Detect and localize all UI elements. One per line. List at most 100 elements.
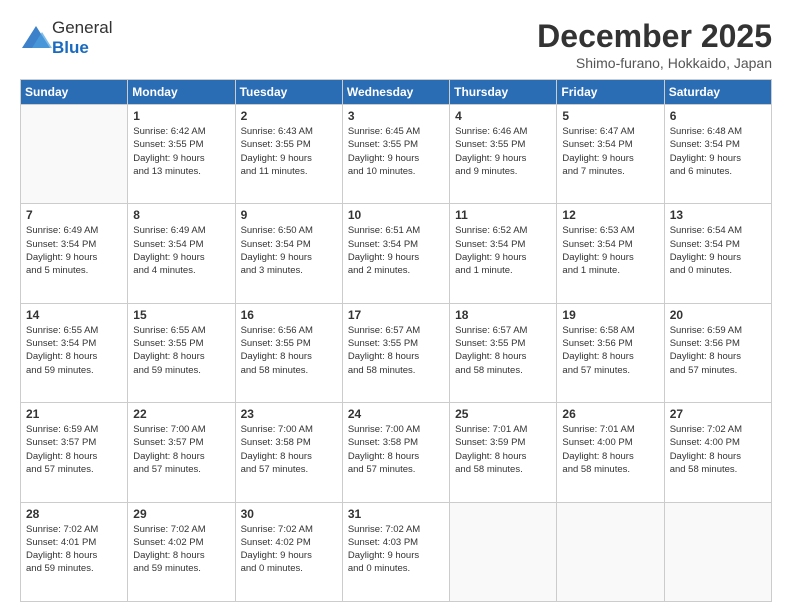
day-number: 13 <box>670 208 766 222</box>
day-number: 23 <box>241 407 337 421</box>
day-info: Sunrise: 7:02 AM Sunset: 4:00 PM Dayligh… <box>670 423 766 476</box>
day-number: 30 <box>241 507 337 521</box>
day-info: Sunrise: 6:59 AM Sunset: 3:56 PM Dayligh… <box>670 324 766 377</box>
day-number: 17 <box>348 308 444 322</box>
week-row-1: 1Sunrise: 6:42 AM Sunset: 3:55 PM Daylig… <box>21 105 772 204</box>
day-info: Sunrise: 6:48 AM Sunset: 3:54 PM Dayligh… <box>670 125 766 178</box>
calendar-cell: 18Sunrise: 6:57 AM Sunset: 3:55 PM Dayli… <box>450 303 557 402</box>
weekday-header-tuesday: Tuesday <box>235 80 342 105</box>
calendar-cell: 14Sunrise: 6:55 AM Sunset: 3:54 PM Dayli… <box>21 303 128 402</box>
calendar-cell: 23 Sunrise: 7:00 AM Sunset: 3:58 PM Dayli… <box>235 403 342 502</box>
weekday-header-thursday: Thursday <box>450 80 557 105</box>
weekday-header-monday: Monday <box>128 80 235 105</box>
day-info: Sunrise: 6:54 AM Sunset: 3:54 PM Dayligh… <box>670 224 766 277</box>
page: General Blue December 2025 Shimo-furano,… <box>0 0 792 612</box>
day-info: Sunrise: 6:45 AM Sunset: 3:55 PM Dayligh… <box>348 125 444 178</box>
calendar-cell <box>450 502 557 601</box>
calendar-cell: 17 Sunrise: 6:57 AM Sunset: 3:55 PM Dayli… <box>342 303 449 402</box>
weekday-header-friday: Friday <box>557 80 664 105</box>
weekday-header-wednesday: Wednesday <box>342 80 449 105</box>
day-info: Sunrise: 6:51 AM Sunset: 3:54 PM Dayligh… <box>348 224 444 277</box>
calendar-cell: 27 Sunrise: 7:02 AM Sunset: 4:00 PM Dayli… <box>664 403 771 502</box>
calendar-cell: 9 Sunrise: 6:50 AM Sunset: 3:54 PM Daylig… <box>235 204 342 303</box>
calendar-cell: 10 Sunrise: 6:51 AM Sunset: 3:54 PM Dayli… <box>342 204 449 303</box>
calendar-cell: 20Sunrise: 6:59 AM Sunset: 3:56 PM Dayli… <box>664 303 771 402</box>
day-number: 11 <box>455 208 551 222</box>
calendar-cell: 1Sunrise: 6:42 AM Sunset: 3:55 PM Daylig… <box>128 105 235 204</box>
calendar-cell: 25Sunrise: 7:01 AM Sunset: 3:59 PM Dayli… <box>450 403 557 502</box>
day-number: 31 <box>348 507 444 521</box>
calendar-cell <box>21 105 128 204</box>
day-number: 6 <box>670 109 766 123</box>
day-number: 22 <box>133 407 229 421</box>
day-number: 9 <box>241 208 337 222</box>
day-info: Sunrise: 6:58 AM Sunset: 3:56 PM Dayligh… <box>562 324 658 377</box>
calendar-cell: 12 Sunrise: 6:53 AM Sunset: 3:54 PM Dayli… <box>557 204 664 303</box>
day-info: Sunrise: 7:00 AM Sunset: 3:58 PM Dayligh… <box>348 423 444 476</box>
day-info: Sunrise: 6:42 AM Sunset: 3:55 PM Dayligh… <box>133 125 229 178</box>
calendar-cell: 29 Sunrise: 7:02 AM Sunset: 4:02 PM Dayli… <box>128 502 235 601</box>
day-info: Sunrise: 6:56 AM Sunset: 3:55 PM Dayligh… <box>241 324 337 377</box>
calendar-cell: 8Sunrise: 6:49 AM Sunset: 3:54 PM Daylig… <box>128 204 235 303</box>
day-info: Sunrise: 7:01 AM Sunset: 4:00 PM Dayligh… <box>562 423 658 476</box>
calendar-cell: 30Sunrise: 7:02 AM Sunset: 4:02 PM Dayli… <box>235 502 342 601</box>
month-title: December 2025 <box>537 18 772 55</box>
day-number: 4 <box>455 109 551 123</box>
calendar-cell: 22 Sunrise: 7:00 AM Sunset: 3:57 PM Dayli… <box>128 403 235 502</box>
day-info: Sunrise: 6:50 AM Sunset: 3:54 PM Dayligh… <box>241 224 337 277</box>
calendar-cell: 13 Sunrise: 6:54 AM Sunset: 3:54 PM Dayli… <box>664 204 771 303</box>
header: General Blue December 2025 Shimo-furano,… <box>20 18 772 71</box>
day-info: Sunrise: 6:53 AM Sunset: 3:54 PM Dayligh… <box>562 224 658 277</box>
day-number: 26 <box>562 407 658 421</box>
location: Shimo-furano, Hokkaido, Japan <box>537 55 772 71</box>
day-info: Sunrise: 6:49 AM Sunset: 3:54 PM Dayligh… <box>133 224 229 277</box>
day-info: Sunrise: 6:57 AM Sunset: 3:55 PM Dayligh… <box>455 324 551 377</box>
calendar-cell: 24 Sunrise: 7:00 AM Sunset: 3:58 PM Dayli… <box>342 403 449 502</box>
day-number: 7 <box>26 208 122 222</box>
week-row-3: 14Sunrise: 6:55 AM Sunset: 3:54 PM Dayli… <box>21 303 772 402</box>
day-number: 10 <box>348 208 444 222</box>
calendar-cell: 21 Sunrise: 6:59 AM Sunset: 3:57 PM Dayli… <box>21 403 128 502</box>
calendar-cell: 19 Sunrise: 6:58 AM Sunset: 3:56 PM Dayli… <box>557 303 664 402</box>
calendar-cell: 7 Sunrise: 6:49 AM Sunset: 3:54 PM Daylig… <box>21 204 128 303</box>
day-info: Sunrise: 6:46 AM Sunset: 3:55 PM Dayligh… <box>455 125 551 178</box>
calendar-cell: 28 Sunrise: 7:02 AM Sunset: 4:01 PM Dayli… <box>21 502 128 601</box>
day-number: 2 <box>241 109 337 123</box>
weekday-header-row: SundayMondayTuesdayWednesdayThursdayFrid… <box>21 80 772 105</box>
calendar: SundayMondayTuesdayWednesdayThursdayFrid… <box>20 79 772 602</box>
calendar-cell: 2Sunrise: 6:43 AM Sunset: 3:55 PM Daylig… <box>235 105 342 204</box>
day-number: 5 <box>562 109 658 123</box>
calendar-cell: 3Sunrise: 6:45 AM Sunset: 3:55 PM Daylig… <box>342 105 449 204</box>
day-info: Sunrise: 7:02 AM Sunset: 4:02 PM Dayligh… <box>133 523 229 576</box>
day-number: 25 <box>455 407 551 421</box>
day-number: 21 <box>26 407 122 421</box>
day-number: 24 <box>348 407 444 421</box>
day-info: Sunrise: 6:57 AM Sunset: 3:55 PM Dayligh… <box>348 324 444 377</box>
calendar-cell: 15 Sunrise: 6:55 AM Sunset: 3:55 PM Dayli… <box>128 303 235 402</box>
day-info: Sunrise: 7:00 AM Sunset: 3:58 PM Dayligh… <box>241 423 337 476</box>
day-info: Sunrise: 6:49 AM Sunset: 3:54 PM Dayligh… <box>26 224 122 277</box>
day-number: 29 <box>133 507 229 521</box>
day-info: Sunrise: 6:47 AM Sunset: 3:54 PM Dayligh… <box>562 125 658 178</box>
calendar-cell: 31 Sunrise: 7:02 AM Sunset: 4:03 PM Dayli… <box>342 502 449 601</box>
day-number: 12 <box>562 208 658 222</box>
calendar-cell: 5 Sunrise: 6:47 AM Sunset: 3:54 PM Daylig… <box>557 105 664 204</box>
day-info: Sunrise: 6:55 AM Sunset: 3:55 PM Dayligh… <box>133 324 229 377</box>
logo-blue: Blue <box>52 38 89 57</box>
day-info: Sunrise: 7:02 AM Sunset: 4:03 PM Dayligh… <box>348 523 444 576</box>
day-info: Sunrise: 7:00 AM Sunset: 3:57 PM Dayligh… <box>133 423 229 476</box>
day-number: 27 <box>670 407 766 421</box>
day-number: 14 <box>26 308 122 322</box>
day-number: 28 <box>26 507 122 521</box>
day-number: 19 <box>562 308 658 322</box>
weekday-header-sunday: Sunday <box>21 80 128 105</box>
day-info: Sunrise: 6:59 AM Sunset: 3:57 PM Dayligh… <box>26 423 122 476</box>
week-row-5: 28 Sunrise: 7:02 AM Sunset: 4:01 PM Dayli… <box>21 502 772 601</box>
week-row-4: 21 Sunrise: 6:59 AM Sunset: 3:57 PM Dayli… <box>21 403 772 502</box>
day-info: Sunrise: 7:02 AM Sunset: 4:01 PM Dayligh… <box>26 523 122 576</box>
calendar-cell: 4 Sunrise: 6:46 AM Sunset: 3:55 PM Daylig… <box>450 105 557 204</box>
day-info: Sunrise: 6:52 AM Sunset: 3:54 PM Dayligh… <box>455 224 551 277</box>
title-section: December 2025 Shimo-furano, Hokkaido, Ja… <box>537 18 772 71</box>
day-number: 15 <box>133 308 229 322</box>
logo: General Blue <box>20 18 112 58</box>
